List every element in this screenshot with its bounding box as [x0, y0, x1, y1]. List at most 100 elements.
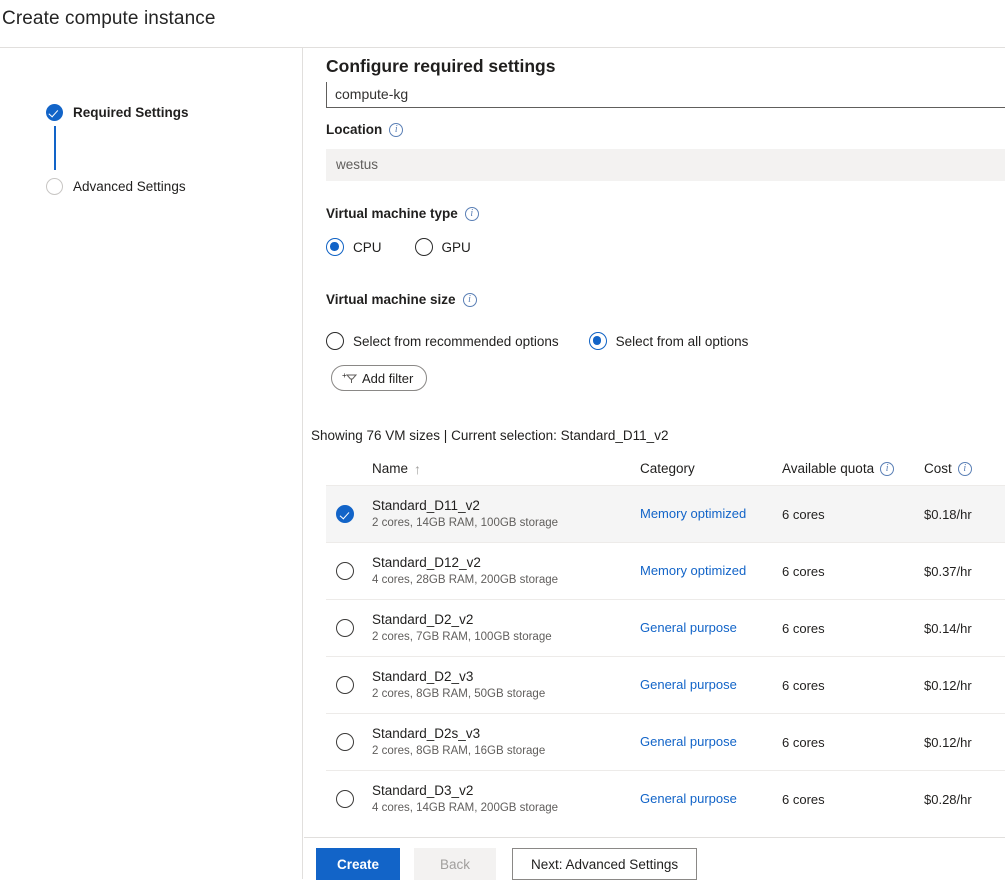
wizard-step-label: Advanced Settings	[73, 179, 186, 194]
table-header-cost-label: Cost	[924, 461, 952, 476]
create-button[interactable]: Create	[316, 848, 400, 880]
vm-name-cell: Standard_D2s_v3 2 cores, 8GB RAM, 16GB st…	[372, 725, 640, 759]
location-label-text: Location	[326, 122, 383, 137]
next-advanced-settings-button[interactable]: Next: Advanced Settings	[512, 848, 698, 880]
showing-vm-sizes-text: Showing 76 VM sizes | Current selection:…	[311, 428, 669, 443]
vm-size-radio-group: Select from recommended options Select f…	[326, 332, 748, 350]
sort-ascending-icon: ↑	[414, 460, 422, 477]
table-header-name-label: Name	[372, 461, 409, 476]
empty-circle-icon[interactable]	[336, 619, 354, 637]
info-icon[interactable]: i	[957, 461, 972, 476]
vm-type-label-text: Virtual machine type	[326, 206, 458, 221]
location-input: westus	[326, 149, 1005, 181]
vm-spec: 4 cores, 28GB RAM, 200GB storage	[372, 574, 559, 586]
radio-label: CPU	[353, 239, 382, 255]
table-header-category-label: Category	[640, 461, 695, 476]
back-button[interactable]: Back	[414, 848, 496, 880]
check-circle-icon	[46, 104, 63, 121]
info-icon[interactable]: i	[389, 122, 404, 137]
radio-cpu[interactable]: CPU	[326, 238, 382, 256]
wizard-step-advanced-settings[interactable]: Advanced Settings	[46, 178, 186, 195]
row-select-cell[interactable]	[326, 676, 372, 694]
radio-indicator	[588, 332, 607, 350]
wizard-rail: Required Settings Advanced Settings	[0, 48, 303, 879]
radio-gpu[interactable]: GPU	[414, 238, 471, 256]
info-icon[interactable]: i	[464, 206, 479, 221]
table-body: Standard_D11_v2 2 cores, 14GB RAM, 100GB …	[326, 486, 1005, 824]
table-row[interactable]: Standard_D2s_v3 2 cores, 8GB RAM, 16GB st…	[326, 714, 1005, 771]
vm-name: Standard_D2_v2	[372, 612, 474, 627]
vm-name-cell: Standard_D11_v2 2 cores, 14GB RAM, 100GB …	[372, 497, 640, 531]
check-circle-icon[interactable]	[336, 505, 354, 523]
table-header-row: Name ↑ Category Available quota i Cost i	[326, 452, 1005, 486]
vm-category-cell: General purpose	[640, 733, 782, 751]
vm-category-cell: General purpose	[640, 676, 782, 694]
vm-quota-cell: 6 cores	[782, 563, 825, 579]
vm-name-cell: Standard_D2_v2 2 cores, 7GB RAM, 100GB st…	[372, 611, 640, 645]
vm-quota-cell: 6 cores	[782, 677, 825, 693]
row-select-cell[interactable]	[326, 790, 372, 808]
vm-spec: 4 cores, 14GB RAM, 200GB storage	[372, 802, 559, 814]
compute-name-input[interactable]: compute-kg	[326, 78, 1005, 108]
add-filter-button[interactable]: + Add filter	[331, 365, 428, 391]
row-select-cell[interactable]	[326, 562, 372, 580]
vm-name: Standard_D11_v2	[372, 498, 480, 513]
vm-category-link[interactable]: Memory optimized	[640, 563, 746, 578]
table-header-quota-label: Available quota	[782, 461, 875, 476]
table-row[interactable]: Standard_D11_v2 2 cores, 14GB RAM, 100GB …	[326, 486, 1005, 543]
vm-quota-cell: 6 cores	[782, 620, 825, 636]
vm-size-label-text: Virtual machine size	[326, 292, 456, 307]
table-row[interactable]: Standard_D12_v2 4 cores, 28GB RAM, 200GB …	[326, 543, 1005, 600]
empty-circle-icon[interactable]	[336, 733, 354, 751]
settings-panel: compute-kg Configure required settings L…	[304, 48, 1005, 879]
vm-quota-cell: 6 cores	[782, 506, 825, 522]
vm-spec: 2 cores, 8GB RAM, 50GB storage	[372, 688, 546, 700]
radio-indicator	[414, 238, 433, 256]
table-row[interactable]: Standard_D2_v3 2 cores, 8GB RAM, 50GB sto…	[326, 657, 1005, 714]
empty-circle-icon[interactable]	[336, 790, 354, 808]
radio-label: Select from all options	[615, 333, 749, 349]
panel-heading: Configure required settings	[326, 56, 556, 76]
row-select-cell[interactable]	[326, 733, 372, 751]
dialog-footer: Create Back Next: Advanced Settings	[304, 837, 1005, 880]
table-header-cost[interactable]: Cost i	[924, 461, 1005, 476]
wizard-step-required-settings[interactable]: Required Settings	[46, 104, 189, 121]
empty-circle-icon[interactable]	[336, 562, 354, 580]
vm-name: Standard_D12_v2	[372, 555, 481, 570]
radio-recommended-options[interactable]: Select from recommended options	[326, 332, 559, 350]
vm-cost-cell: $0.28/hr	[924, 791, 972, 807]
vm-type-radio-group: CPU GPU	[326, 238, 471, 256]
vm-name-cell: Standard_D2_v3 2 cores, 8GB RAM, 50GB sto…	[372, 668, 640, 702]
vm-cost-cell: $0.14/hr	[924, 620, 972, 636]
vm-cost-cell: $0.18/hr	[924, 506, 972, 522]
vm-name: Standard_D3_v2	[372, 783, 474, 798]
vm-category-link[interactable]: General purpose	[640, 791, 737, 806]
empty-circle-icon[interactable]	[336, 676, 354, 694]
vm-category-link[interactable]: General purpose	[640, 677, 737, 692]
add-filter-label: Add filter	[362, 370, 414, 386]
table-header-name[interactable]: Name ↑	[372, 461, 640, 476]
vm-spec: 2 cores, 8GB RAM, 16GB storage	[372, 745, 546, 757]
page-title: Create compute instance	[2, 8, 216, 29]
empty-circle-icon	[46, 178, 63, 195]
table-header-category[interactable]: Category	[640, 461, 782, 476]
info-icon[interactable]: i	[880, 461, 895, 476]
panel-header: Configure required settings	[304, 48, 1005, 82]
vm-spec: 2 cores, 14GB RAM, 100GB storage	[372, 517, 559, 529]
row-select-cell[interactable]	[326, 619, 372, 637]
row-select-cell[interactable]	[326, 505, 372, 523]
table-row[interactable]: Standard_D3_v2 4 cores, 14GB RAM, 200GB s…	[326, 771, 1005, 824]
vm-category-cell: Memory optimized	[640, 562, 782, 580]
table-row[interactable]: Standard_D2_v2 2 cores, 7GB RAM, 100GB st…	[326, 600, 1005, 657]
vm-quota-cell: 6 cores	[782, 791, 825, 807]
vm-name-cell: Standard_D3_v2 4 cores, 14GB RAM, 200GB s…	[372, 782, 640, 816]
info-icon[interactable]: i	[462, 292, 477, 307]
vm-category-cell: Memory optimized	[640, 505, 782, 523]
table-header-quota[interactable]: Available quota i	[782, 461, 924, 476]
radio-all-options[interactable]: Select from all options	[588, 332, 749, 350]
vm-category-link[interactable]: Memory optimized	[640, 506, 746, 521]
vm-category-link[interactable]: General purpose	[640, 620, 737, 635]
vm-cost-cell: $0.37/hr	[924, 563, 972, 579]
wizard-step-label: Required Settings	[73, 105, 189, 120]
vm-category-link[interactable]: General purpose	[640, 734, 737, 749]
